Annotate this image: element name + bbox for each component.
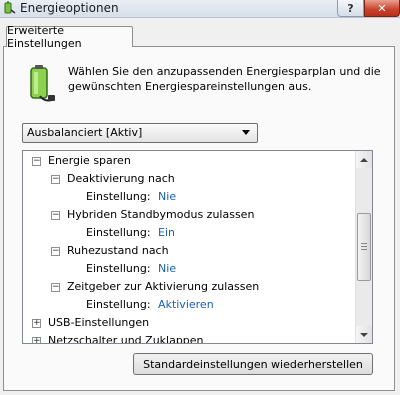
collapse-icon[interactable]: − bbox=[51, 247, 60, 256]
scroll-up-button[interactable] bbox=[356, 151, 372, 168]
setting-row-wake-timers[interactable]: Einstellung: Aktivieren bbox=[86, 296, 214, 314]
collapse-icon[interactable]: − bbox=[51, 283, 60, 292]
setting-value-link[interactable]: Ein bbox=[158, 226, 175, 239]
setting-row-hybrid[interactable]: Einstellung: Ein bbox=[86, 224, 175, 242]
collapse-icon[interactable]: − bbox=[51, 211, 60, 220]
scrollbar-thumb[interactable] bbox=[357, 213, 371, 281]
power-plan-selected: Ausbalanciert [Aktiv] bbox=[27, 126, 143, 139]
setting-row-hibernate[interactable]: Einstellung: Nie bbox=[86, 260, 176, 278]
vertical-scrollbar[interactable] bbox=[355, 151, 372, 343]
title-bar: Energieoptionen ? ✕ bbox=[0, 0, 400, 18]
settings-tree[interactable]: − Energie sparen − Deaktivierung nach Ei… bbox=[22, 150, 373, 344]
close-button[interactable]: ✕ bbox=[364, 0, 400, 17]
chevron-down-icon bbox=[242, 130, 250, 135]
power-options-icon bbox=[4, 1, 16, 14]
window-title: Energieoptionen bbox=[20, 1, 119, 15]
collapse-icon[interactable]: − bbox=[51, 175, 60, 184]
setting-value-link[interactable]: Nie bbox=[158, 190, 176, 203]
setting-row-deactivation[interactable]: Einstellung: Nie bbox=[86, 188, 176, 206]
battery-plug-icon bbox=[30, 65, 55, 102]
help-button[interactable]: ? bbox=[337, 0, 364, 17]
chevron-down-icon bbox=[360, 332, 368, 337]
restore-defaults-button[interactable]: Standardeinstellungen wiederherstellen bbox=[133, 353, 373, 375]
collapse-icon[interactable]: − bbox=[32, 157, 41, 166]
tab-advanced-settings[interactable]: Erweiterte Einstellungen bbox=[6, 24, 133, 50]
chevron-up-icon bbox=[360, 157, 368, 162]
setting-value-link[interactable]: Nie bbox=[158, 262, 176, 275]
setting-value-link[interactable]: Aktivieren bbox=[158, 298, 214, 311]
expand-icon[interactable]: + bbox=[32, 337, 41, 343]
expand-icon[interactable]: + bbox=[32, 319, 41, 328]
power-plan-select[interactable]: Ausbalanciert [Aktiv] bbox=[22, 123, 258, 143]
scroll-down-button[interactable] bbox=[356, 326, 372, 343]
description-text: Wählen Sie den anzupassenden Energiespar… bbox=[68, 65, 381, 93]
